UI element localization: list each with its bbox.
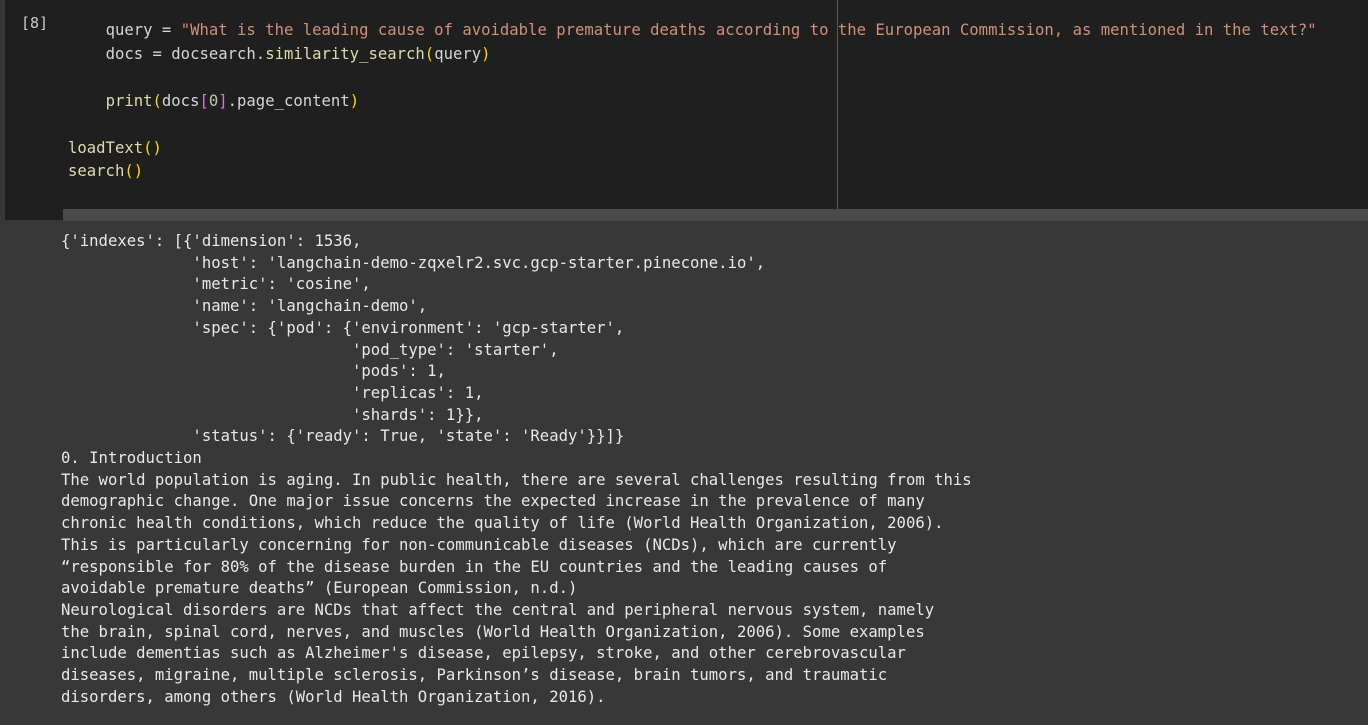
code-line-7: search() [68, 162, 144, 180]
cell-output-text: {'indexes': [{'dimension': 1536, 'host':… [61, 232, 972, 706]
code-line-2: docs = docsearch.similarity_search(query… [105, 44, 491, 63]
output-horizontal-scrollbar[interactable] [63, 209, 1368, 221]
token-variable: query [105, 21, 153, 39]
code-line-6: loadText() [68, 138, 162, 157]
code-editor[interactable]: query = "What is the leading cause of av… [68, 19, 1317, 184]
code-line-4: print(docs[0].page_content) [105, 91, 360, 110]
code-line-1: query = "What is the leading cause of av… [105, 21, 1317, 39]
code-cell-input[interactable]: [8] query = "What is the leading cause o… [5, 0, 1368, 220]
token-string: "What is the leading cause of avoidable … [180, 21, 1317, 39]
execution-count: [8] [21, 14, 49, 32]
